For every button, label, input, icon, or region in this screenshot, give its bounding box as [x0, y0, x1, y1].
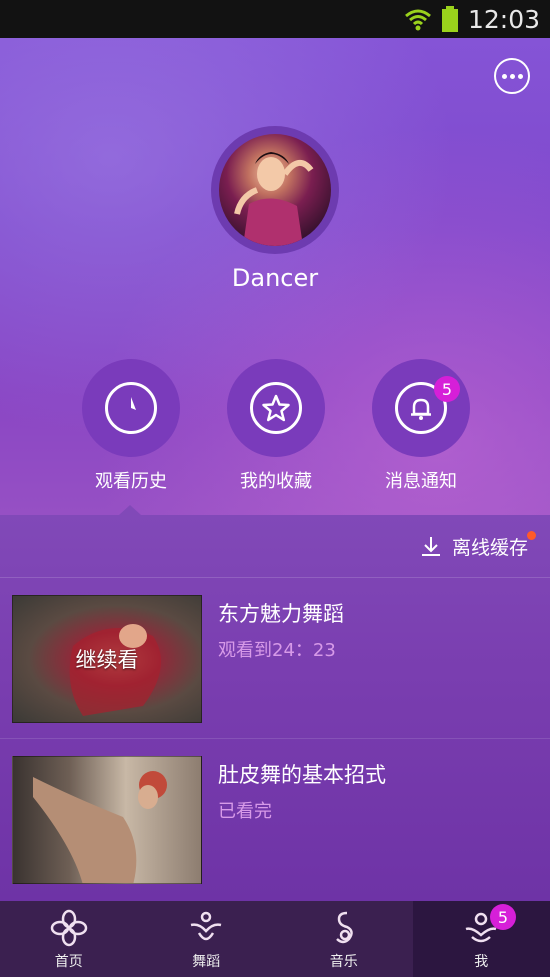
offline-cache-label: 离线缓存: [451, 536, 528, 559]
avatar[interactable]: [211, 126, 339, 254]
battery-icon: [441, 6, 458, 32]
history-list-panel: 离线缓存 继续看 东方魅力舞蹈 观看到24：23 肚皮舞的基本招式 已看完: [0, 515, 550, 901]
tab-music[interactable]: 音乐: [275, 901, 413, 977]
tab-home-label: 首页: [54, 954, 83, 970]
list-item[interactable]: 继续看 东方魅力舞蹈 观看到24：23: [0, 578, 550, 739]
tab-pointer: [119, 505, 141, 515]
star-icon: [250, 382, 302, 434]
wifi-icon: [404, 9, 431, 31]
tab-dance[interactable]: 舞蹈: [138, 901, 276, 977]
username: Dancer: [231, 264, 319, 292]
clock-icon: [105, 382, 157, 434]
home-flower-icon: [50, 909, 87, 947]
watch-history-button[interactable]: 观看历史: [82, 359, 180, 493]
notifications-button[interactable]: 5 消息通知: [372, 359, 470, 493]
avatar-image: [219, 134, 331, 246]
tab-home[interactable]: 首页: [0, 901, 138, 977]
bottom-tab-bar: 首页 舞蹈 音乐 5 我: [0, 901, 550, 977]
favorites-button[interactable]: 我的收藏: [227, 359, 325, 493]
offline-cache-button[interactable]: 离线缓存: [0, 515, 550, 578]
status-bar: 12:03: [0, 0, 550, 38]
tab-me[interactable]: 5 我: [412, 901, 550, 977]
video-title: 东方魅力舞蹈: [218, 602, 344, 626]
tab-music-label: 音乐: [329, 954, 358, 970]
tab-me-label: 我: [474, 954, 489, 970]
notifications-label: 消息通知: [385, 471, 457, 492]
favorites-label: 我的收藏: [240, 471, 312, 492]
profile-header: Dancer 观看历史 我的收藏 5 消息通知: [0, 38, 550, 515]
more-options-button[interactable]: [494, 58, 530, 94]
video-thumbnail: 继续看: [12, 595, 202, 723]
notification-badge: 5: [434, 376, 460, 402]
status-time: 12:03: [467, 4, 540, 34]
video-thumbnail: [12, 756, 202, 884]
list-item[interactable]: 肚皮舞的基本招式 已看完: [0, 739, 550, 900]
watch-progress: 观看到24：23: [218, 640, 336, 661]
dance-icon: [190, 911, 222, 941]
watch-history-label: 观看历史: [95, 471, 167, 492]
watch-status: 已看完: [218, 801, 272, 822]
me-badge: 5: [490, 904, 516, 930]
tab-dance-label: 舞蹈: [192, 954, 221, 970]
video-title: 肚皮舞的基本招式: [218, 763, 386, 787]
continue-watching-label: 继续看: [75, 648, 139, 672]
new-indicator-dot: [527, 531, 536, 540]
download-icon: [421, 537, 440, 556]
music-icon: [335, 911, 353, 944]
